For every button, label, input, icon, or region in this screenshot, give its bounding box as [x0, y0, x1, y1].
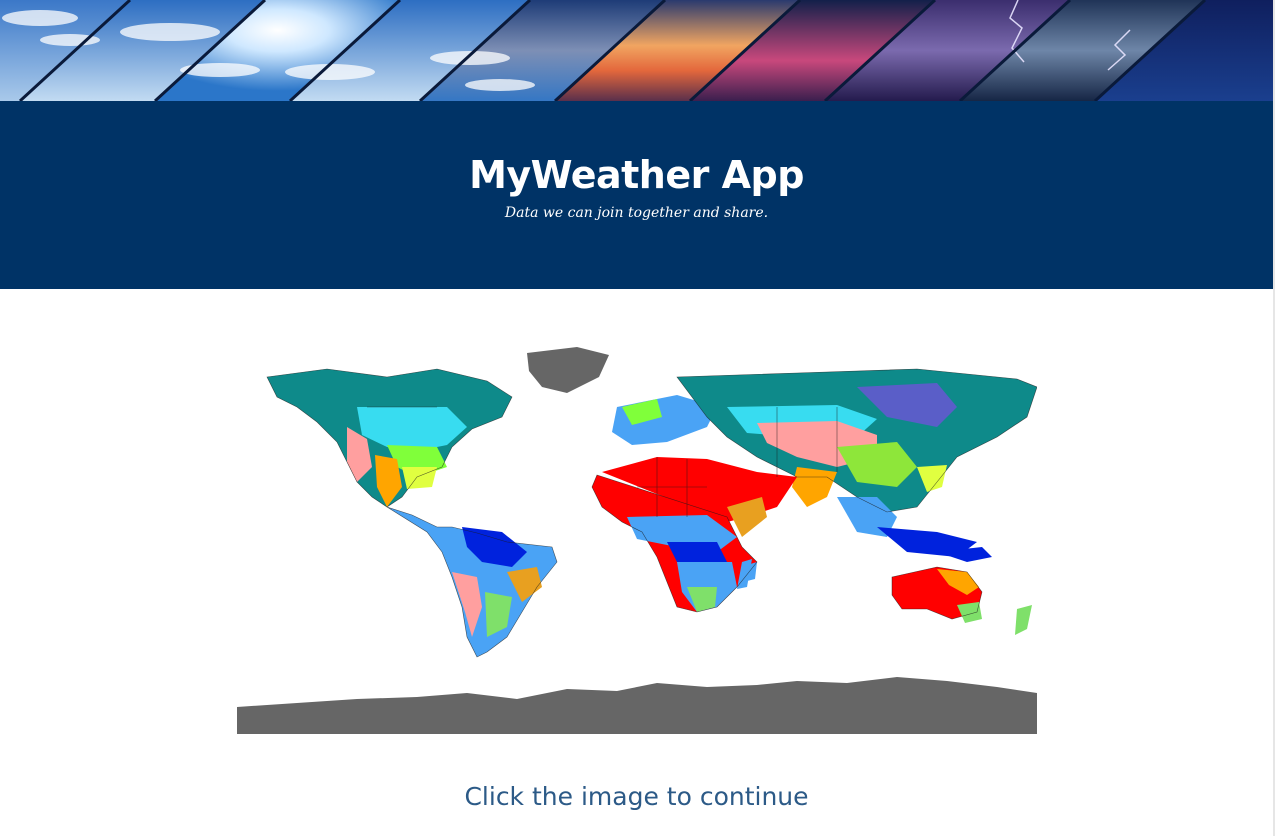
continue-prompt: Click the image to continue	[464, 782, 809, 811]
world-map-graphic	[237, 347, 1037, 734]
app-tagline: Data we can join together and share.	[504, 205, 769, 221]
sky-banner	[0, 0, 1273, 101]
sky-banner-image	[0, 0, 1273, 101]
header-hero: MyWeather App Data we can join together …	[0, 101, 1273, 289]
app-title: MyWeather App	[469, 153, 804, 197]
world-climate-map-image[interactable]	[237, 347, 1037, 734]
